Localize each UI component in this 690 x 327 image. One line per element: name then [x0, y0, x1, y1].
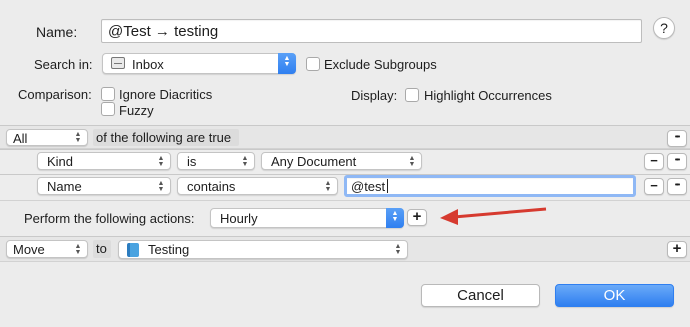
criteria-row-1-operator-value: is — [187, 154, 197, 169]
criteria-row-1-more-button[interactable]: ••• — [667, 153, 687, 170]
highlight-occurrences-checkbox[interactable] — [405, 88, 419, 102]
minus-icon: − — [650, 178, 658, 193]
schedule-value: Hourly — [220, 211, 258, 226]
inbox-icon — [111, 57, 125, 69]
plus-icon: + — [672, 240, 682, 257]
fuzzy-checkbox[interactable] — [101, 102, 115, 116]
cancel-label: Cancel — [457, 287, 504, 304]
criteria-row-1-value-text: Any Document — [271, 154, 357, 169]
display-label: Display: — [351, 88, 398, 103]
criteria-more-button[interactable]: ••• — [667, 130, 687, 147]
add-action-button[interactable]: + — [407, 209, 427, 226]
chevron-updown-icon: ▲ ▼ — [74, 243, 82, 256]
text-cursor — [387, 179, 388, 193]
ignore-diacritics-checkbox[interactable] — [101, 87, 115, 101]
help-button[interactable]: ? — [653, 17, 675, 39]
criteria-row-2-operator[interactable]: contains ▲ ▼ — [177, 177, 338, 195]
criteria-row-2-field[interactable]: Name ▲ ▼ — [37, 177, 171, 195]
fuzzy-label: Fuzzy — [119, 103, 154, 118]
ok-button[interactable]: OK — [555, 284, 674, 307]
more-icon: ••• — [674, 157, 680, 164]
minus-icon: − — [650, 153, 658, 168]
cancel-button[interactable]: Cancel — [421, 284, 540, 307]
criteria-row-1-operator[interactable]: is ▲ ▼ — [177, 152, 255, 170]
criteria-row-2-value-field[interactable]: @test — [344, 175, 636, 197]
group-folder-icon — [127, 243, 139, 257]
annotation-arrow — [440, 207, 547, 225]
plus-icon: + — [412, 208, 422, 225]
match-stepper-icon: ▲ ▼ — [74, 131, 82, 144]
search-in-popup[interactable]: Inbox ▲ ▼ — [102, 53, 296, 74]
chevron-updown-icon: ▲ ▼ — [157, 180, 165, 193]
highlight-occurrences-label: Highlight Occurrences — [424, 88, 552, 103]
action-value: Move — [13, 242, 45, 257]
criteria-row-2-value-text: @test — [351, 179, 386, 194]
search-in-stepper[interactable]: ▲ ▼ — [278, 53, 296, 74]
connector-label: to — [96, 241, 107, 256]
more-icon: ••• — [674, 134, 680, 141]
criteria-row-2-remove-button[interactable]: − — [644, 178, 664, 195]
ok-label: OK — [603, 287, 626, 304]
chevron-updown-icon: ▲ ▼ — [394, 243, 402, 256]
more-icon: ••• — [674, 182, 680, 189]
name-value: @Test → testing — [108, 23, 219, 40]
search-in-label: Search in: — [34, 57, 93, 72]
exclude-subgroups-label: Exclude Subgroups — [324, 57, 437, 72]
criteria-row-2-operator-value: contains — [187, 179, 236, 194]
criteria-row-1-value[interactable]: Any Document ▲ ▼ — [261, 152, 422, 170]
criteria-row-1-field-value: Kind — [47, 154, 74, 169]
chevron-updown-icon: ▲ ▼ — [408, 155, 416, 168]
chevron-updown-icon: ▲ ▼ — [241, 155, 249, 168]
exclude-subgroups-checkbox[interactable] — [306, 57, 320, 71]
criteria-suffix-box: of the following are true — [93, 129, 239, 146]
chevron-updown-icon: ▲ ▼ — [324, 180, 332, 193]
connector-box: to — [93, 240, 111, 258]
action-row-add-button[interactable]: + — [667, 241, 687, 258]
match-popup[interactable]: All ▲ ▼ — [6, 129, 88, 146]
criteria-row-1-remove-button[interactable]: − — [644, 153, 664, 170]
criteria-suffix: of the following are true — [96, 130, 232, 145]
criteria-row-2-more-button[interactable]: ••• — [667, 178, 687, 195]
ignore-diacritics-label: Ignore Diacritics — [119, 87, 213, 102]
schedule-popup[interactable]: Hourly ▲ ▼ — [210, 208, 404, 228]
action-popup[interactable]: Move ▲ ▼ — [6, 240, 88, 258]
chevron-updown-icon: ▲ ▼ — [157, 155, 165, 168]
destination-value: Testing — [148, 242, 190, 257]
schedule-stepper[interactable]: ▲ ▼ — [386, 208, 404, 228]
perform-actions-label: Perform the following actions: — [24, 211, 195, 226]
match-value: All — [13, 131, 28, 146]
help-icon: ? — [660, 20, 668, 36]
destination-popup[interactable]: Testing ▲ ▼ — [118, 240, 408, 259]
name-field[interactable]: @Test → testing — [101, 19, 642, 43]
name-label: Name: — [36, 24, 78, 40]
criteria-row-2-field-value: Name — [47, 179, 82, 194]
criteria-row-1-field[interactable]: Kind ▲ ▼ — [37, 152, 171, 170]
comparison-label: Comparison: — [18, 87, 92, 102]
search-in-value: Inbox — [132, 57, 164, 72]
